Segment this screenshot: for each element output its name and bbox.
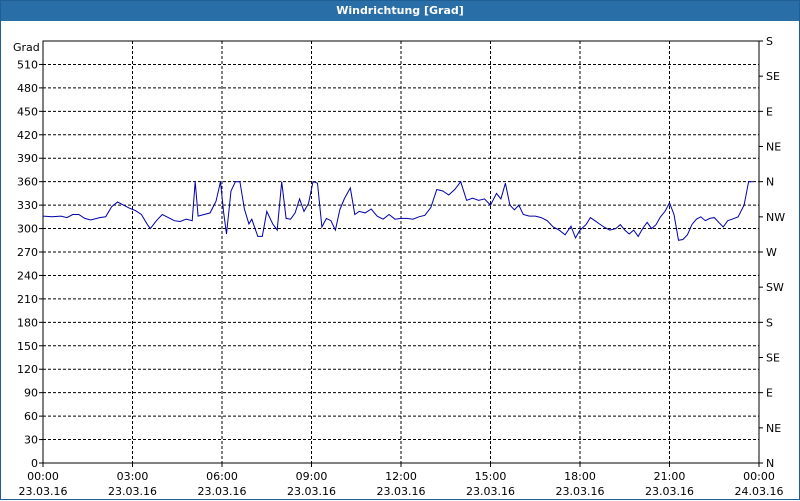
x-tick-time-label: 06:00 — [206, 470, 238, 483]
grid — [43, 41, 759, 463]
right-tick-label: NE — [766, 141, 781, 154]
y-tick-label: 90 — [24, 387, 38, 400]
y-tick-label: 150 — [17, 340, 38, 353]
y-tick-label: 510 — [17, 58, 38, 71]
x-tick-time-label: 21:00 — [654, 470, 686, 483]
y-tick-label: 240 — [17, 269, 38, 282]
y-tick-label: 270 — [17, 246, 38, 259]
y-tick-label: 120 — [17, 363, 38, 376]
right-tick-label: N — [766, 176, 774, 189]
right-tick-label: SE — [766, 70, 780, 83]
x-tick-date-label: 23.03.16 — [108, 485, 157, 498]
x-tick-date-label: 23.03.16 — [377, 485, 426, 498]
x-tick-time-label: 09:00 — [296, 470, 328, 483]
y-tick-label: 330 — [17, 199, 38, 212]
x-tick-date-label: 23.03.16 — [466, 485, 515, 498]
right-tick-label: E — [766, 105, 773, 118]
y-tick-label: 450 — [17, 105, 38, 118]
x-tick-date-label: 23.03.16 — [556, 485, 605, 498]
x-tick-date-label: 23.03.16 — [198, 485, 247, 498]
x-tick-time-label: 18:00 — [564, 470, 596, 483]
x-tick-time-label: 15:00 — [475, 470, 507, 483]
x-tick-time-label: 00:00 — [27, 470, 59, 483]
y-tick-label: 480 — [17, 82, 38, 95]
x-tick-time-label: 03:00 — [117, 470, 149, 483]
right-tick-label: NE — [766, 422, 781, 435]
line-chart: Grad 0 30 60 90 120 150 180 210 240 270 300 330 360 39… — [13, 35, 785, 498]
series — [42, 180, 753, 241]
x-tick-time-label: 00:00 — [743, 470, 775, 483]
right-tick-label: SW — [766, 281, 784, 294]
y-tick-label: 360 — [17, 176, 38, 189]
y-tick-label: 60 — [24, 410, 38, 423]
right-tick-label: NW — [766, 211, 785, 224]
right-tick-label: S — [766, 316, 773, 329]
y-tick-label: 30 — [24, 434, 38, 447]
right-tick-label: SE — [766, 352, 780, 365]
series-line — [42, 180, 753, 241]
y-axis-label: Grad — [13, 41, 40, 54]
x-tick-date-label: 23.03.16 — [19, 485, 68, 498]
right-tick-label: E — [766, 387, 773, 400]
chart-window: Windrichtung [Grad] Grad 0 30 60 90 120 150 180… — [0, 0, 800, 500]
y-tick-label: 0 — [31, 457, 38, 470]
right-tick-label: S — [766, 35, 773, 48]
y-tick-label: 210 — [17, 293, 38, 306]
x-tick-date-label: 23.03.16 — [645, 485, 694, 498]
right-tick-label: W — [766, 246, 777, 259]
y-tick-label: 390 — [17, 152, 38, 165]
y-tick-label: 420 — [17, 129, 38, 142]
y-tick-label: 180 — [17, 316, 38, 329]
right-tick-label: N — [766, 457, 774, 470]
x-tick-date-label: 24.03.16 — [735, 485, 784, 498]
y-tick-label: 300 — [17, 223, 38, 236]
x-tick-date-label: 23.03.16 — [287, 485, 336, 498]
x-tick-time-label: 12:00 — [385, 470, 417, 483]
